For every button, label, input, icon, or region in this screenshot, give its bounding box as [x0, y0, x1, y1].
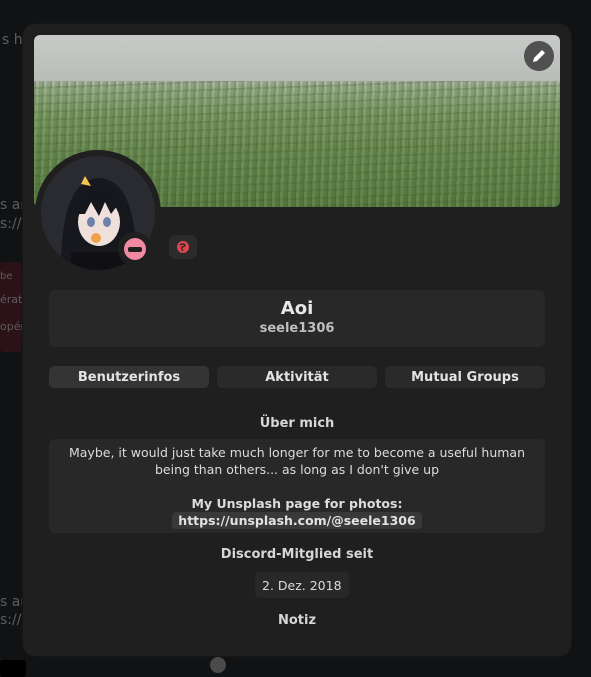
spotify-icon: [210, 657, 226, 673]
unsplash-link[interactable]: https://unsplash.com/@seele1306: [172, 512, 422, 529]
about-me-card: Maybe, it would just take much longer fo…: [49, 439, 545, 533]
tab-activity[interactable]: Aktivität: [217, 366, 377, 388]
about-me-title: Über mich: [259, 416, 335, 431]
tab-user-info[interactable]: Benutzerinfos: [49, 366, 209, 388]
bio-text: Maybe, it would just take much longer fo…: [68, 445, 526, 477]
status-indicator: [118, 232, 152, 266]
pencil-icon: [533, 50, 545, 62]
bg-text-fragment: érat: [0, 293, 23, 306]
do-not-disturb-icon: [124, 238, 146, 260]
name-card: Aoi seele1306: [49, 290, 545, 347]
member-since-date: 2. Dez. 2018: [255, 572, 349, 598]
tab-mutual-groups[interactable]: Mutual Groups: [385, 366, 545, 388]
username: seele1306: [259, 321, 335, 336]
note-title: Notiz: [277, 613, 317, 628]
globe-icon: [177, 241, 189, 253]
bg-text-fragment: be: [0, 271, 13, 282]
profile-badge[interactable]: [169, 235, 197, 259]
edit-profile-button[interactable]: [524, 41, 554, 71]
display-name: Aoi: [280, 298, 314, 319]
bg-element: [0, 660, 26, 677]
profile-modal: Aoi seele1306 Benutzerinfos Aktivität Mu…: [23, 24, 571, 656]
bg-text-fragment: opér: [0, 320, 26, 333]
link-label: My Unsplash page for photos:: [191, 496, 403, 511]
member-since-title: Discord-Mitglied seit: [220, 547, 374, 562]
profile-tabs: Benutzerinfos Aktivität Mutual Groups: [49, 366, 545, 388]
